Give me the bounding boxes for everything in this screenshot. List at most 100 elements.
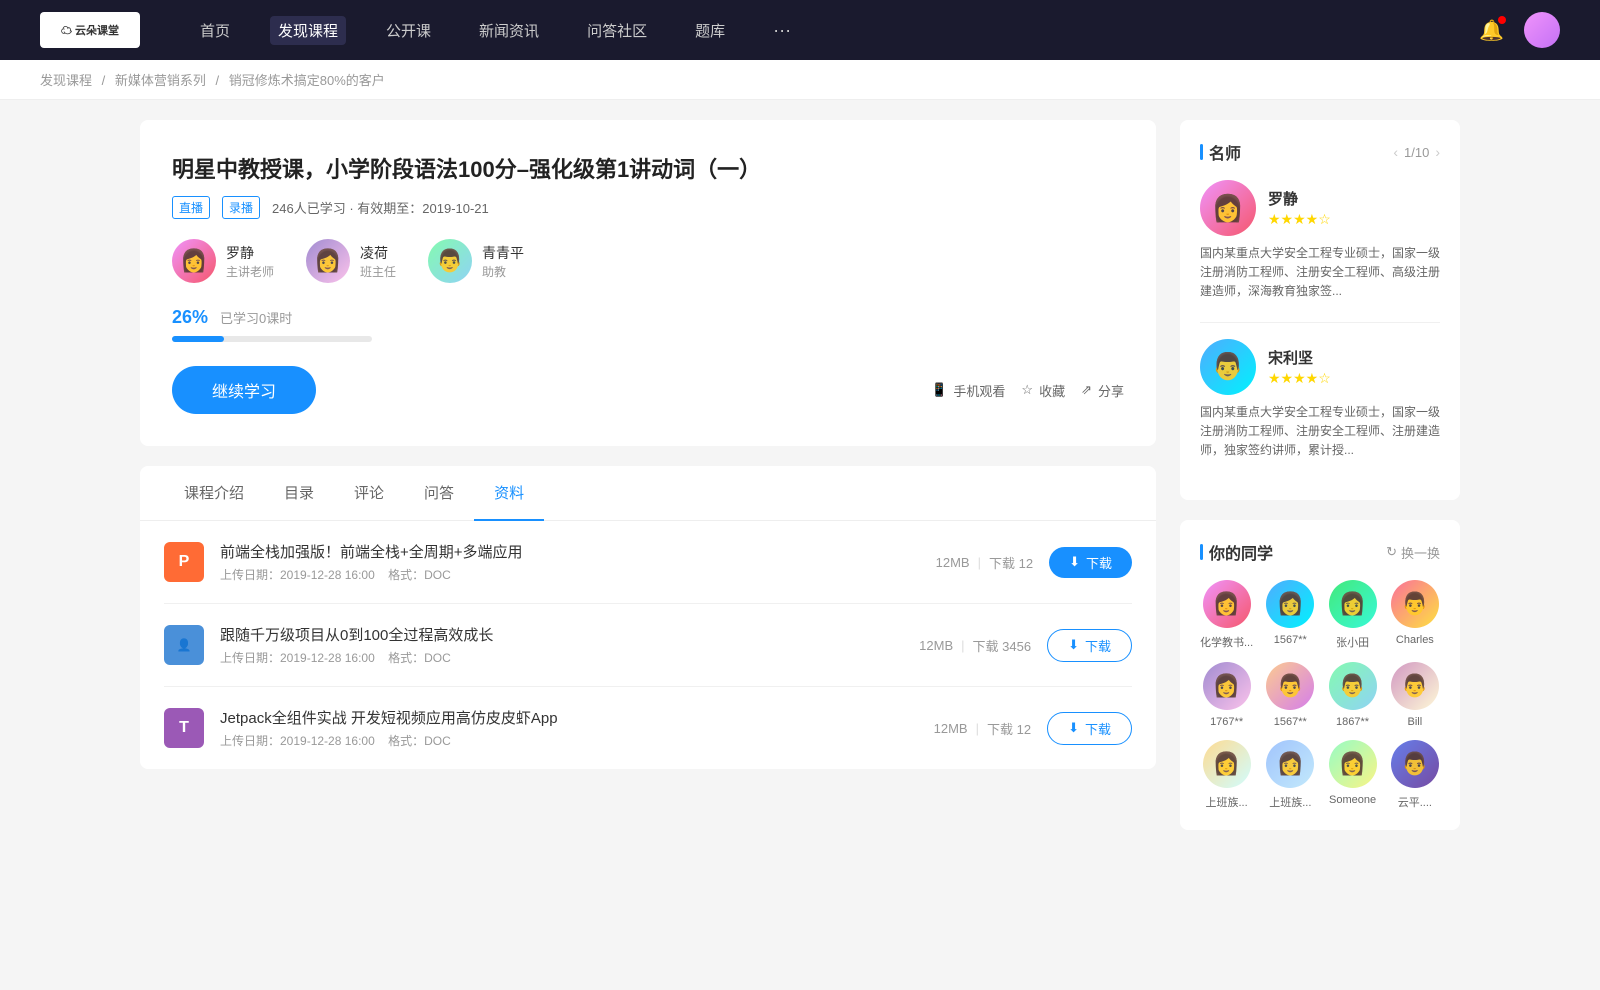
nav-more[interactable]: ··· — [765, 16, 799, 45]
resource-meta-2: 上传日期：2019-12-28 16:00 格式：DOC — [220, 649, 903, 666]
tab-catalog[interactable]: 目录 — [264, 466, 334, 521]
classmate-8-avatar: 👨 — [1391, 662, 1439, 710]
resource-icon-1: P — [164, 542, 204, 582]
tabs-section: 课程介绍 目录 评论 问答 资料 P 前端全栈加强版！前端全栈+全周期+多端应用… — [140, 466, 1156, 769]
sidebar-teacher-2-stars: ★★★★☆ — [1268, 370, 1331, 387]
download-button-1[interactable]: ⬇ 下载 — [1049, 547, 1132, 578]
notification-dot — [1498, 16, 1506, 24]
resource-info-3: Jetpack全组件实战 开发短视频应用高仿皮皮虾App 上传日期：2019-1… — [220, 707, 918, 749]
course-enrollment: 246人已学习 · 有效期至：2019-10-21 — [272, 198, 489, 217]
teacher-1-avatar: 👩 — [172, 239, 216, 283]
nav-qa[interactable]: 问答社区 — [579, 16, 655, 45]
share-icon: ⇗ — [1081, 382, 1092, 398]
nav-discover[interactable]: 发现课程 — [270, 16, 346, 45]
resource-name-3: Jetpack全组件实战 开发短视频应用高仿皮皮虾App — [220, 707, 918, 728]
download-button-2[interactable]: ⬇ 下载 — [1047, 629, 1132, 662]
course-meta: 直播 录播 246人已学习 · 有效期至：2019-10-21 — [172, 196, 1124, 219]
breadcrumb-item-current: 销冠修炼术搞定80%的客户 — [229, 73, 385, 88]
teachers-pagination: ‹ 1/10 › — [1393, 144, 1440, 160]
sidebar-teacher-2-info: 宋利坚 ★★★★☆ — [1268, 347, 1331, 387]
download-label-2: 下载 — [1085, 636, 1111, 655]
classmate-10-name: 上班族... — [1269, 794, 1311, 810]
collect-button[interactable]: ☆ 收藏 — [1021, 381, 1065, 400]
classmate-12: 👨 云平.... — [1390, 740, 1440, 810]
classmate-4: 👨 Charles — [1390, 580, 1440, 650]
progress-section: 26% 已学习0课时 — [172, 307, 1124, 342]
download-label-1: 下载 — [1086, 553, 1112, 572]
classmate-1-avatar: 👩 — [1203, 580, 1251, 628]
classmate-3-name: 张小田 — [1336, 634, 1369, 650]
breadcrumb-item-discover[interactable]: 发现课程 — [40, 73, 92, 88]
tab-reviews[interactable]: 评论 — [334, 466, 404, 521]
course-title: 明星中教授课，小学阶段语法100分–强化级第1讲动词（一） — [172, 152, 1124, 184]
mobile-watch-button[interactable]: 📱 手机观看 — [931, 381, 1005, 400]
nav-public[interactable]: 公开课 — [378, 16, 439, 45]
resource-name-1: 前端全栈加强版！前端全栈+全周期+多端应用 — [220, 541, 920, 562]
user-avatar-img — [1524, 12, 1560, 48]
classmate-11: 👩 Someone — [1327, 740, 1377, 810]
classmate-7-name: 1867** — [1336, 716, 1369, 728]
teacher-1: 👩 罗静 主讲老师 — [172, 239, 274, 283]
sidebar-teacher-2-name: 宋利坚 — [1268, 347, 1331, 368]
action-buttons: 📱 手机观看 ☆ 收藏 ⇗ 分享 — [931, 381, 1124, 400]
sidebar-teacher-2-desc: 国内某重点大学安全工程专业硕士，国家一级注册消防工程师、注册安全工程师、注册建造… — [1200, 403, 1440, 461]
share-button[interactable]: ⇗ 分享 — [1081, 381, 1124, 400]
teacher-divider — [1200, 322, 1440, 323]
classmate-9-name: 上班族... — [1206, 794, 1248, 810]
teacher-1-role: 主讲老师 — [226, 263, 274, 280]
classmate-10-avatar: 👩 — [1266, 740, 1314, 788]
teacher-3-info: 青青平 助教 — [482, 243, 524, 280]
teacher-2-name: 凌荷 — [360, 243, 396, 263]
mobile-watch-label: 手机观看 — [953, 381, 1005, 400]
user-avatar-nav[interactable] — [1524, 12, 1560, 48]
download-button-3[interactable]: ⬇ 下载 — [1047, 712, 1132, 745]
navbar: ☁ 云朵课堂 首页 发现课程 公开课 新闻资讯 问答社区 题库 ··· 🔔 — [0, 0, 1600, 60]
progress-label: 26% 已学习0课时 — [172, 307, 1124, 328]
classmate-6-name: 1567** — [1274, 716, 1307, 728]
resource-info-1: 前端全栈加强版！前端全栈+全周期+多端应用 上传日期：2019-12-28 16… — [220, 541, 920, 583]
tab-qa[interactable]: 问答 — [404, 466, 474, 521]
resource-name-2: 跟随千万级项目从0到100全过程高效成长 — [220, 624, 903, 645]
teacher-2-info: 凌荷 班主任 — [360, 243, 396, 280]
refresh-classmates-button[interactable]: ↻ 换一换 — [1386, 543, 1440, 562]
classmate-2: 👩 1567** — [1265, 580, 1315, 650]
nav-news[interactable]: 新闻资讯 — [471, 16, 547, 45]
nav-quiz[interactable]: 题库 — [687, 16, 733, 45]
resource-size-1: 12MB — [936, 555, 970, 570]
classmate-9-avatar: 👩 — [1203, 740, 1251, 788]
resource-meta-3: 上传日期：2019-12-28 16:00 格式：DOC — [220, 732, 918, 749]
right-sidebar: 名师 ‹ 1/10 › 👩 罗静 ★★★★☆ — [1180, 120, 1460, 850]
share-label: 分享 — [1098, 381, 1124, 400]
teachers-sidebar-card: 名师 ‹ 1/10 › 👩 罗静 ★★★★☆ — [1180, 120, 1460, 500]
resource-info-2: 跟随千万级项目从0到100全过程高效成长 上传日期：2019-12-28 16:… — [220, 624, 903, 666]
sidebar-teacher-2-avatar: 👨 — [1200, 339, 1256, 395]
download-icon-1: ⬇ — [1069, 554, 1080, 570]
tab-intro[interactable]: 课程介绍 — [164, 466, 264, 521]
star-icon: ☆ — [1021, 382, 1033, 398]
teachers-sidebar-title: 名师 — [1200, 140, 1241, 164]
classmate-6-avatar: 👨 — [1266, 662, 1314, 710]
prev-teacher-button[interactable]: ‹ — [1393, 144, 1398, 160]
sidebar-teacher-1-stars: ★★★★☆ — [1268, 211, 1331, 228]
continue-button[interactable]: 继续学习 — [172, 366, 316, 414]
nav-right: 🔔 — [1479, 12, 1560, 48]
classmates-header: 你的同学 ↻ 换一换 — [1200, 540, 1440, 564]
sidebar-teacher-1-avatar: 👩 — [1200, 180, 1256, 236]
sidebar-teacher-1-info: 罗静 ★★★★☆ — [1268, 188, 1331, 228]
teacher-2: 👩 凌荷 班主任 — [306, 239, 396, 283]
resource-stats-3: 12MB | 下载 12 — [934, 719, 1031, 738]
classmates-grid: 👩 化学教书... 👩 1567** 👩 张小田 — [1200, 580, 1440, 810]
next-teacher-button[interactable]: › — [1435, 144, 1440, 160]
notification-bell[interactable]: 🔔 — [1479, 18, 1504, 43]
refresh-icon: ↻ — [1386, 544, 1397, 560]
breadcrumb: 发现课程 / 新媒体营销系列 / 销冠修炼术搞定80%的客户 — [0, 60, 1600, 100]
classmate-5-name: 1767** — [1210, 716, 1243, 728]
teachers-card-header: 名师 ‹ 1/10 › — [1200, 140, 1440, 164]
nav-home[interactable]: 首页 — [192, 16, 238, 45]
logo[interactable]: ☁ 云朵课堂 — [40, 12, 140, 48]
breadcrumb-item-series[interactable]: 新媒体营销系列 — [115, 73, 206, 88]
resource-icon-3: T — [164, 708, 204, 748]
classmate-4-name: Charles — [1396, 634, 1434, 646]
tab-resources[interactable]: 资料 — [474, 466, 544, 521]
classmate-8: 👨 Bill — [1390, 662, 1440, 728]
